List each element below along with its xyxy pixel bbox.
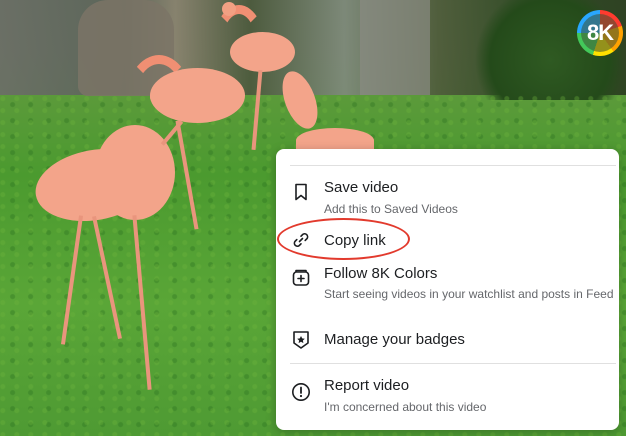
menu-item-title: Manage your badges [324,331,465,348]
menu-item-title: Report video [324,377,410,394]
logo-text: 8K [586,20,614,45]
menu-item-manage-badges[interactable]: Manage your badges [276,327,619,353]
badge-icon [290,329,312,351]
highlight-circle-annotation [277,218,410,260]
menu-divider-top [290,165,616,166]
menu-divider-bottom [290,363,616,364]
alert-icon [290,381,312,403]
menu-item-follow[interactable]: Follow 8K Colors Start seeing videos in … [276,263,619,323]
video-options-menu: Save video Add this to Saved Videos Copy… [276,149,619,430]
menu-item-title: Follow 8K Colors [324,265,438,282]
menu-item-title: Save video [324,179,399,196]
menu-item-subtitle: Start seeing videos in your watchlist an… [324,287,614,301]
menu-item-subtitle: Add this to Saved Videos [324,202,458,216]
menu-item-save-video[interactable]: Save video Add this to Saved Videos [276,173,619,219]
bookmark-icon [290,181,312,203]
follow-icon [290,267,312,289]
background-pillar [360,0,430,95]
channel-logo: 8K [577,10,623,56]
menu-item-report-video[interactable]: Report video I'm concerned about this vi… [276,373,619,421]
menu-item-subtitle: I'm concerned about this video [324,400,487,414]
